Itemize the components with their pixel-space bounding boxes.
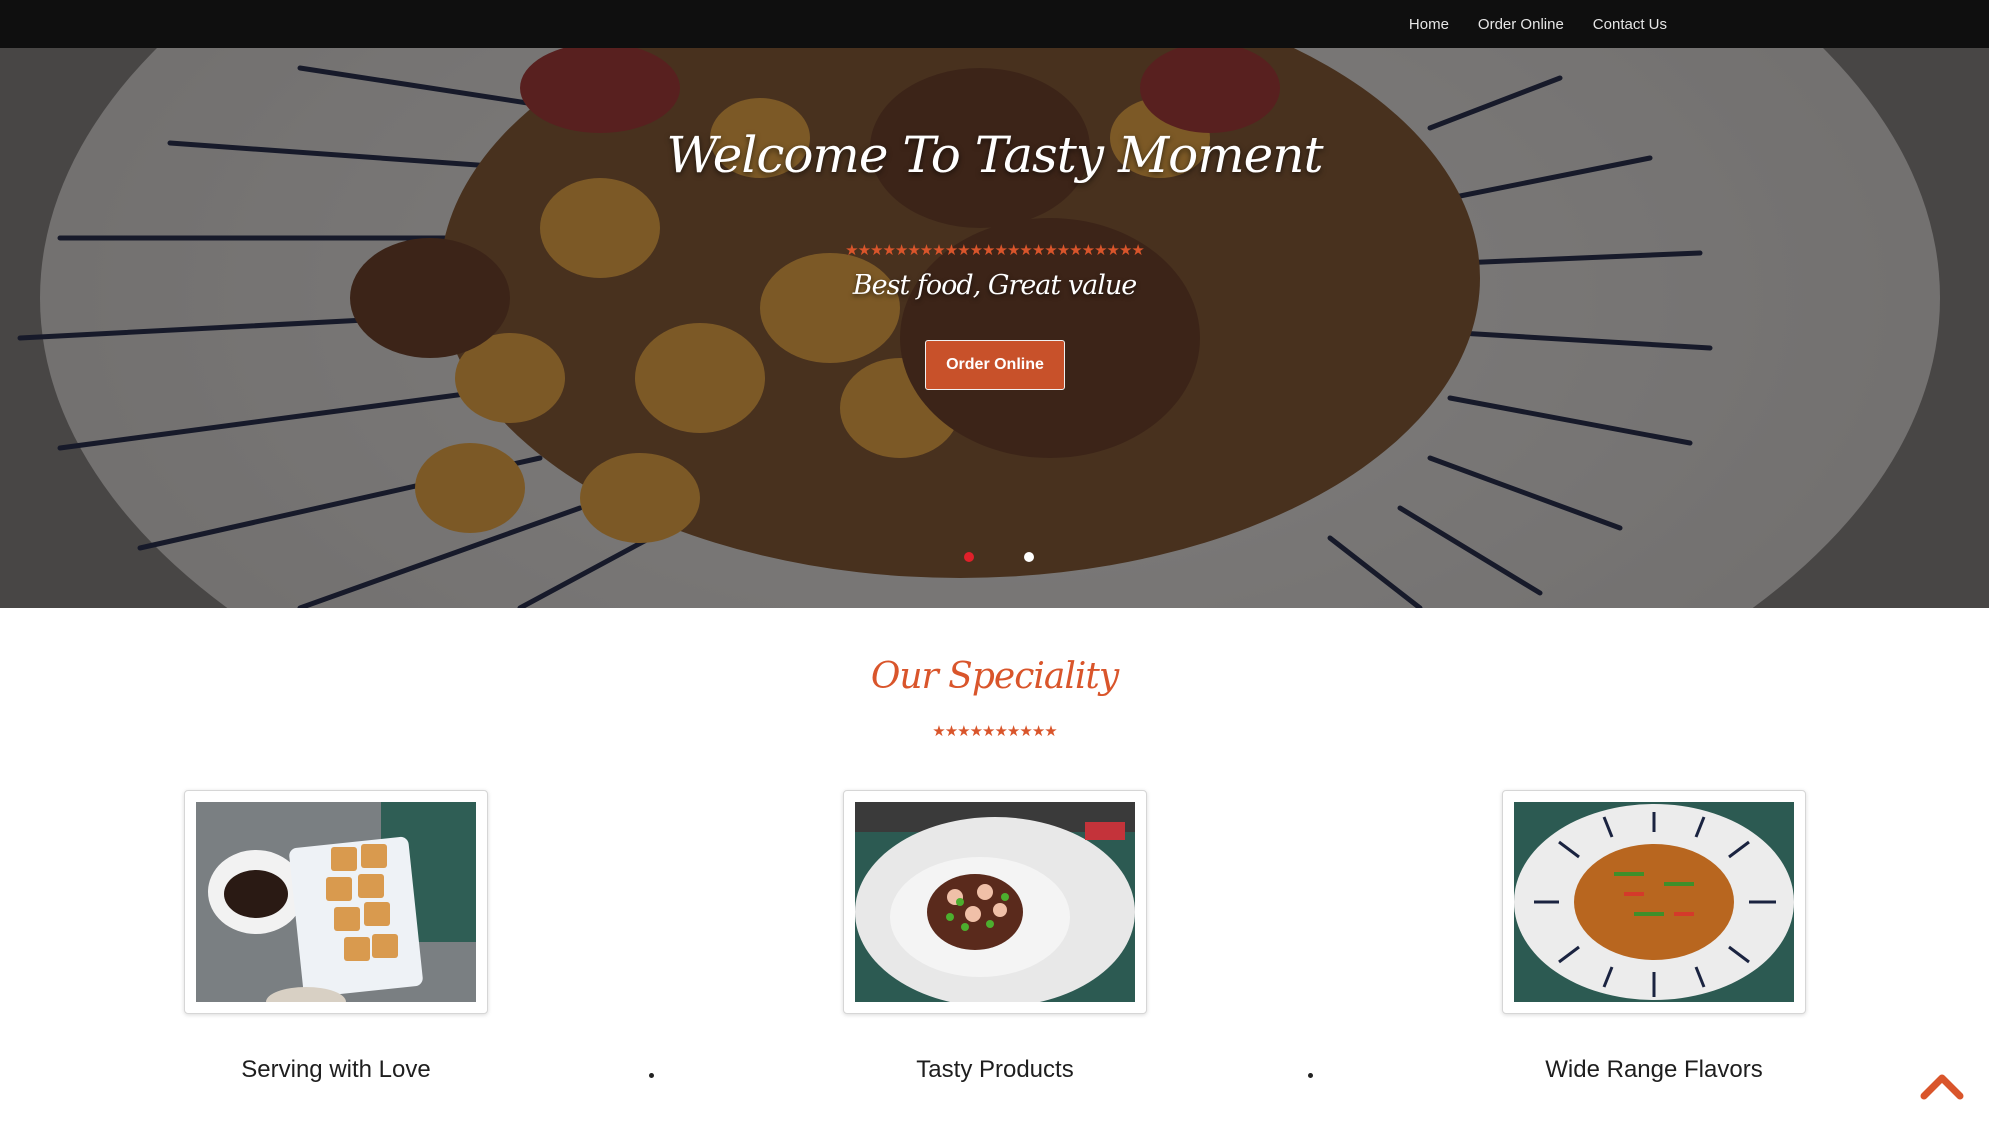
fried-tofu-image bbox=[196, 802, 476, 1002]
speciality-card-serving-with-love bbox=[184, 790, 488, 1014]
hero-stars-divider: ★★★★★★★★★★★★★★★★★★★★★★★★ bbox=[845, 242, 1145, 259]
carousel-dot-1[interactable] bbox=[964, 552, 974, 562]
nav-links: Home Order Online Contact Us bbox=[1409, 0, 1667, 48]
speciality-card-wide-range-flavors bbox=[1502, 790, 1806, 1014]
hero-carousel: Welcome To Tasty Moment ★★★★★★★★★★★★★★★★… bbox=[0, 48, 1989, 608]
hero-order-online-button[interactable]: Order Online bbox=[925, 340, 1065, 390]
separator-dot bbox=[1308, 1073, 1313, 1078]
shrimp-dish-image bbox=[855, 802, 1135, 1002]
speciality-card-tasty-products bbox=[843, 790, 1147, 1014]
carousel-dot-2[interactable] bbox=[1024, 552, 1034, 562]
hero-content: Welcome To Tasty Moment ★★★★★★★★★★★★★★★★… bbox=[0, 48, 1989, 608]
stir-fry-dish-image bbox=[1514, 802, 1794, 1002]
carousel-indicators bbox=[964, 552, 1034, 562]
nav-order-online-link[interactable]: Order Online bbox=[1478, 16, 1564, 33]
card-label-tasty-products: Tasty Products bbox=[916, 1056, 1074, 1083]
top-navbar: Home Order Online Contact Us bbox=[0, 0, 1989, 48]
chevron-up-icon bbox=[1920, 1074, 1964, 1100]
card-label-wide-range-flavors: Wide Range Flavors bbox=[1545, 1056, 1763, 1083]
nav-home-link[interactable]: Home bbox=[1409, 16, 1449, 33]
card-label-serving-with-love: Serving with Love bbox=[241, 1056, 431, 1083]
separator-dot bbox=[649, 1073, 654, 1078]
back-to-top-button[interactable] bbox=[1920, 1070, 1964, 1100]
hero-title: Welcome To Tasty Moment bbox=[666, 126, 1323, 184]
nav-contact-us-link[interactable]: Contact Us bbox=[1593, 16, 1667, 33]
hero-subtitle: Best food, Great value bbox=[852, 270, 1137, 301]
speciality-heading: Our Speciality bbox=[870, 656, 1119, 697]
speciality-stars-divider: ★★★★★★★★★★ bbox=[932, 723, 1057, 740]
